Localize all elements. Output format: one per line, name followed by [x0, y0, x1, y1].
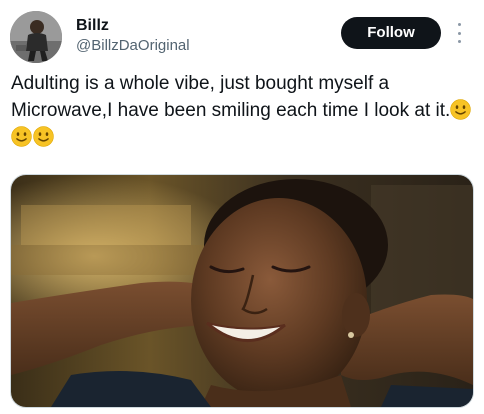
avatar[interactable]: [10, 11, 62, 63]
follow-button[interactable]: Follow: [341, 17, 441, 49]
user-info: Billz @BillzDaOriginal: [76, 16, 190, 56]
more-options-icon[interactable]: [452, 23, 466, 43]
slightly-smiling-face-icon: [450, 99, 472, 120]
slightly-smiling-face-icon: [33, 126, 54, 147]
tweet-media-photo[interactable]: [10, 174, 474, 408]
user-handle[interactable]: @BillzDaOriginal: [76, 36, 190, 56]
tweet-body: Adulting is a whole vibe, just bought my…: [11, 73, 451, 121]
smiling-woman-photo: [11, 175, 473, 407]
avatar-image: [10, 11, 62, 63]
slightly-smiling-face-icon: [11, 126, 32, 147]
display-name[interactable]: Billz: [76, 16, 190, 36]
tweet-text: Adulting is a whole vibe, just bought my…: [11, 70, 477, 151]
tweet-card: Billz @BillzDaOriginal Follow Adulting i…: [0, 0, 484, 414]
